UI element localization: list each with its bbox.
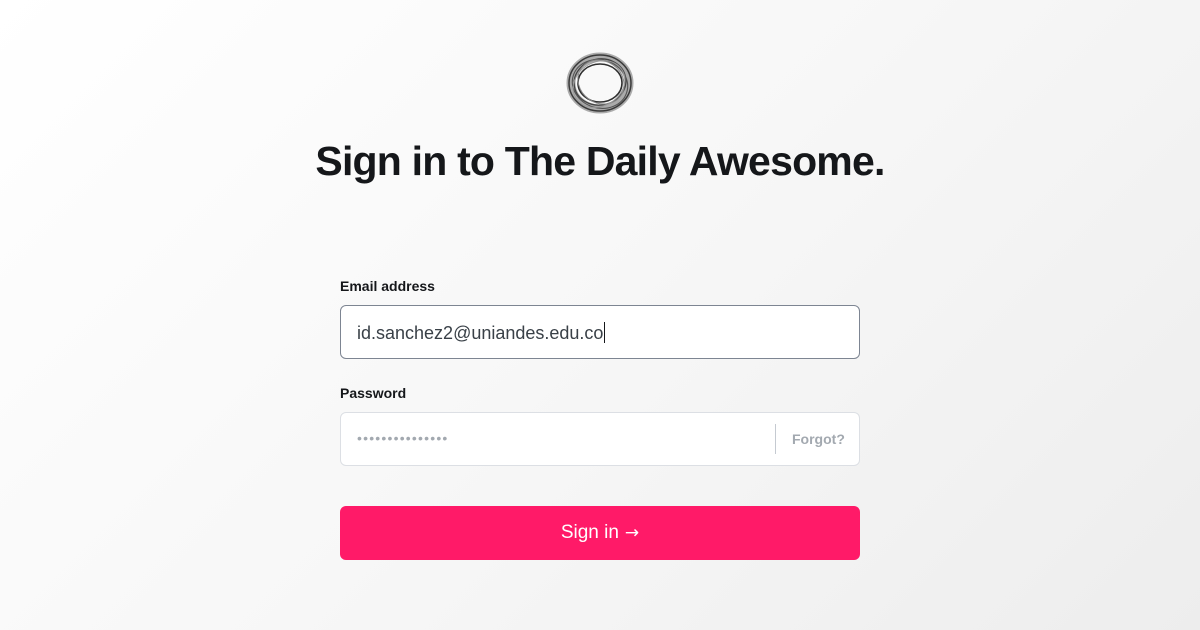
password-label: Password <box>340 385 407 401</box>
page-title: Sign in to The Daily Awesome. <box>315 138 885 184</box>
email-value[interactable]: id.sanchez2@uniandes.edu.co <box>357 322 606 344</box>
text-caret <box>604 322 606 343</box>
password-field[interactable]: ••••••••••••••• Forgot? <box>340 412 860 466</box>
signin-panel: Sign in to The Daily Awesome. Email addr… <box>315 0 885 630</box>
password-mask: ••••••••••••••• <box>357 430 449 446</box>
signin-button[interactable]: Sign in → <box>340 506 860 560</box>
ring-logo-icon <box>566 52 634 114</box>
email-label: Email address <box>340 278 435 294</box>
forgot-password-link[interactable]: Forgot? <box>792 431 845 447</box>
password-divider <box>775 424 776 454</box>
signin-button-label: Sign in <box>560 522 619 543</box>
email-text: id.sanchez2@uniandes.edu.co <box>357 323 604 343</box>
arrow-right-icon: → <box>624 523 640 543</box>
email-field[interactable]: id.sanchez2@uniandes.edu.co <box>340 305 860 359</box>
